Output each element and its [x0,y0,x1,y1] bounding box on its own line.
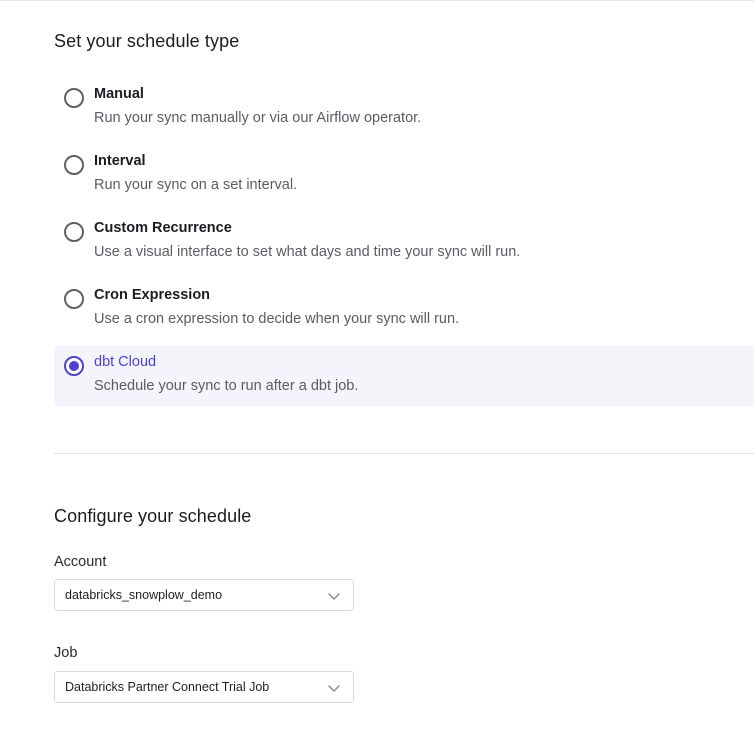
custom-recurrence-radio[interactable] [64,222,84,242]
schedule-option-manual[interactable]: Manual Run your sync manually or via our… [54,78,754,138]
option-description: Schedule your sync to run after a dbt jo… [94,378,359,394]
schedule-option-custom-recurrence[interactable]: Custom Recurrence Use a visual interface… [54,212,754,272]
option-description: Run your sync on a set interval. [94,177,298,193]
chevron-down-icon [328,685,340,692]
option-description: Run your sync manually or via our Airflo… [94,110,422,126]
schedule-type-title: Set your schedule type [54,31,240,51]
configure-schedule-title: Configure your schedule [54,506,252,526]
cron-expression-radio[interactable] [64,289,84,309]
account-select[interactable]: databricks_snowplow_demo [54,579,354,611]
option-label: Interval [94,153,146,169]
option-label: Custom Recurrence [94,220,232,236]
account-value: databricks_snowplow_demo [65,588,223,602]
section-divider [54,453,754,454]
interval-radio[interactable] [64,155,84,175]
chevron-down-icon [328,593,340,600]
manual-radio[interactable] [64,88,84,108]
option-description: Use a cron expression to decide when you… [94,311,460,327]
option-label: Manual [94,86,144,102]
option-description: Use a visual interface to set what days … [94,244,521,260]
dbt-cloud-radio[interactable] [64,356,84,376]
schedule-option-cron-expression[interactable]: Cron Expression Use a cron expression to… [54,279,754,339]
job-label: Job [54,645,78,661]
option-label: Cron Expression [94,287,211,303]
account-label: Account [54,554,107,570]
schedule-option-dbt-cloud[interactable]: dbt Cloud Schedule your sync to run afte… [54,346,754,406]
job-value: Databricks Partner Connect Trial Job [65,680,270,694]
top-divider [0,0,754,1]
job-select[interactable]: Databricks Partner Connect Trial Job [54,671,354,703]
schedule-option-interval[interactable]: Interval Run your sync on a set interval… [54,145,754,205]
option-label: dbt Cloud [94,354,157,370]
